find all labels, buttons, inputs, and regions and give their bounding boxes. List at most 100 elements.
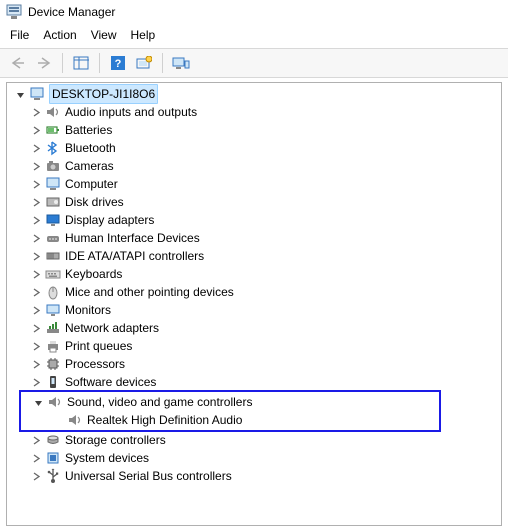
tree-device[interactable]: Realtek High Definition Audio xyxy=(21,411,439,429)
tree-category[interactable]: Universal Serial Bus controllers xyxy=(7,467,501,485)
tree-category[interactable]: IDE ATA/ATAPI controllers xyxy=(7,247,501,265)
chevron-right-icon[interactable] xyxy=(29,231,43,245)
chevron-right-icon[interactable] xyxy=(29,285,43,299)
tree-root[interactable]: DESKTOP-JI1I8O6 xyxy=(7,85,501,103)
system-icon xyxy=(45,450,61,466)
tree-item-label[interactable]: Audio inputs and outputs xyxy=(65,103,197,121)
storage-icon xyxy=(45,432,61,448)
network-icon xyxy=(45,320,61,336)
device-manager-icon xyxy=(6,4,22,20)
chevron-down-icon[interactable] xyxy=(31,395,45,409)
tree-category[interactable]: Audio inputs and outputs xyxy=(7,103,501,121)
chevron-right-icon[interactable] xyxy=(29,213,43,227)
chevron-right-icon[interactable] xyxy=(29,375,43,389)
chevron-right-icon[interactable] xyxy=(29,303,43,317)
chevron-right-icon[interactable] xyxy=(29,451,43,465)
cpu-icon xyxy=(45,356,61,372)
chevron-right-icon[interactable] xyxy=(29,195,43,209)
computer-icon xyxy=(45,176,61,192)
tree-item-label[interactable]: Mice and other pointing devices xyxy=(65,283,234,301)
chevron-right-icon[interactable] xyxy=(29,357,43,371)
chevron-right-icon[interactable] xyxy=(29,159,43,173)
chevron-down-icon[interactable] xyxy=(13,87,27,101)
disk-icon xyxy=(45,194,61,210)
tree-category[interactable]: Monitors xyxy=(7,301,501,319)
tree-item-label[interactable]: Batteries xyxy=(65,121,112,139)
forward-button xyxy=(32,52,56,74)
ide-icon xyxy=(45,248,61,264)
tree-item-label[interactable]: Keyboards xyxy=(65,265,122,283)
help-button[interactable]: ? xyxy=(106,52,130,74)
tree-category[interactable]: Storage controllers xyxy=(7,431,501,449)
tree-category[interactable]: Batteries xyxy=(7,121,501,139)
menu-help[interactable]: Help xyxy=(131,28,156,42)
bluetooth-icon xyxy=(45,140,61,156)
tree-item-label[interactable]: System devices xyxy=(65,449,149,467)
computer-icon xyxy=(29,86,45,102)
display-icon xyxy=(45,212,61,228)
tree-category[interactable]: Human Interface Devices xyxy=(7,229,501,247)
show-hide-tree-button[interactable] xyxy=(69,52,93,74)
tree-item-label[interactable]: Sound, video and game controllers xyxy=(67,393,252,411)
highlighted-category: Sound, video and game controllersRealtek… xyxy=(19,390,441,432)
menu-file[interactable]: File xyxy=(10,28,29,42)
tree-category[interactable]: Software devices xyxy=(7,373,501,391)
speaker-icon xyxy=(45,104,61,120)
toolbar: ? xyxy=(0,48,508,78)
chevron-right-icon[interactable] xyxy=(29,141,43,155)
tree-category[interactable]: Computer xyxy=(7,175,501,193)
chevron-right-icon[interactable] xyxy=(29,321,43,335)
chevron-right-icon[interactable] xyxy=(29,249,43,263)
chevron-right-icon[interactable] xyxy=(29,339,43,353)
device-tree[interactable]: DESKTOP-JI1I8O6 Audio inputs and outputs… xyxy=(6,82,502,526)
menu-view[interactable]: View xyxy=(91,28,117,42)
tree-item-label[interactable]: Software devices xyxy=(65,373,156,391)
chevron-right-icon[interactable] xyxy=(29,267,43,281)
tree-item-label[interactable]: Bluetooth xyxy=(65,139,116,157)
printer-icon xyxy=(45,338,61,354)
keyboard-icon xyxy=(45,266,61,282)
root-label[interactable]: DESKTOP-JI1I8O6 xyxy=(49,84,158,104)
chevron-right-icon[interactable] xyxy=(29,469,43,483)
menubar: File Action View Help xyxy=(0,24,508,48)
tree-category[interactable]: Print queues xyxy=(7,337,501,355)
back-button xyxy=(6,52,30,74)
chevron-right-icon[interactable] xyxy=(29,105,43,119)
tree-category[interactable]: Keyboards xyxy=(7,265,501,283)
tree-item-label[interactable]: Processors xyxy=(65,355,125,373)
usb-icon xyxy=(45,468,61,484)
speaker-icon xyxy=(47,394,63,410)
toolbar-separator xyxy=(99,53,100,73)
hid-icon xyxy=(45,230,61,246)
tree-item-label[interactable]: Monitors xyxy=(65,301,111,319)
tree-category[interactable]: System devices xyxy=(7,449,501,467)
tree-item-label[interactable]: Cameras xyxy=(65,157,114,175)
tree-item-label[interactable]: Disk drives xyxy=(65,193,124,211)
tree-item-label[interactable]: Computer xyxy=(65,175,118,193)
tree-item-label[interactable]: Storage controllers xyxy=(65,431,166,449)
battery-icon xyxy=(45,122,61,138)
tree-item-label[interactable]: Display adapters xyxy=(65,211,154,229)
tree-item-label[interactable]: Network adapters xyxy=(65,319,159,337)
tree-category[interactable]: Mice and other pointing devices xyxy=(7,283,501,301)
tree-category[interactable]: Cameras xyxy=(7,157,501,175)
menu-action[interactable]: Action xyxy=(43,28,76,42)
devices-button[interactable] xyxy=(169,52,193,74)
mouse-icon xyxy=(45,284,61,300)
chevron-right-icon[interactable] xyxy=(29,433,43,447)
tree-item-label[interactable]: Realtek High Definition Audio xyxy=(87,411,242,429)
tree-category[interactable]: Processors xyxy=(7,355,501,373)
scan-hardware-button[interactable] xyxy=(132,52,156,74)
tree-item-label[interactable]: Print queues xyxy=(65,337,132,355)
titlebar: Device Manager xyxy=(0,0,508,24)
tree-category[interactable]: Display adapters xyxy=(7,211,501,229)
tree-category[interactable]: Disk drives xyxy=(7,193,501,211)
tree-item-label[interactable]: Universal Serial Bus controllers xyxy=(65,467,232,485)
tree-category[interactable]: Sound, video and game controllers xyxy=(21,393,439,411)
tree-item-label[interactable]: Human Interface Devices xyxy=(65,229,200,247)
tree-category[interactable]: Bluetooth xyxy=(7,139,501,157)
chevron-right-icon[interactable] xyxy=(29,177,43,191)
tree-item-label[interactable]: IDE ATA/ATAPI controllers xyxy=(65,247,204,265)
chevron-right-icon[interactable] xyxy=(29,123,43,137)
tree-category[interactable]: Network adapters xyxy=(7,319,501,337)
